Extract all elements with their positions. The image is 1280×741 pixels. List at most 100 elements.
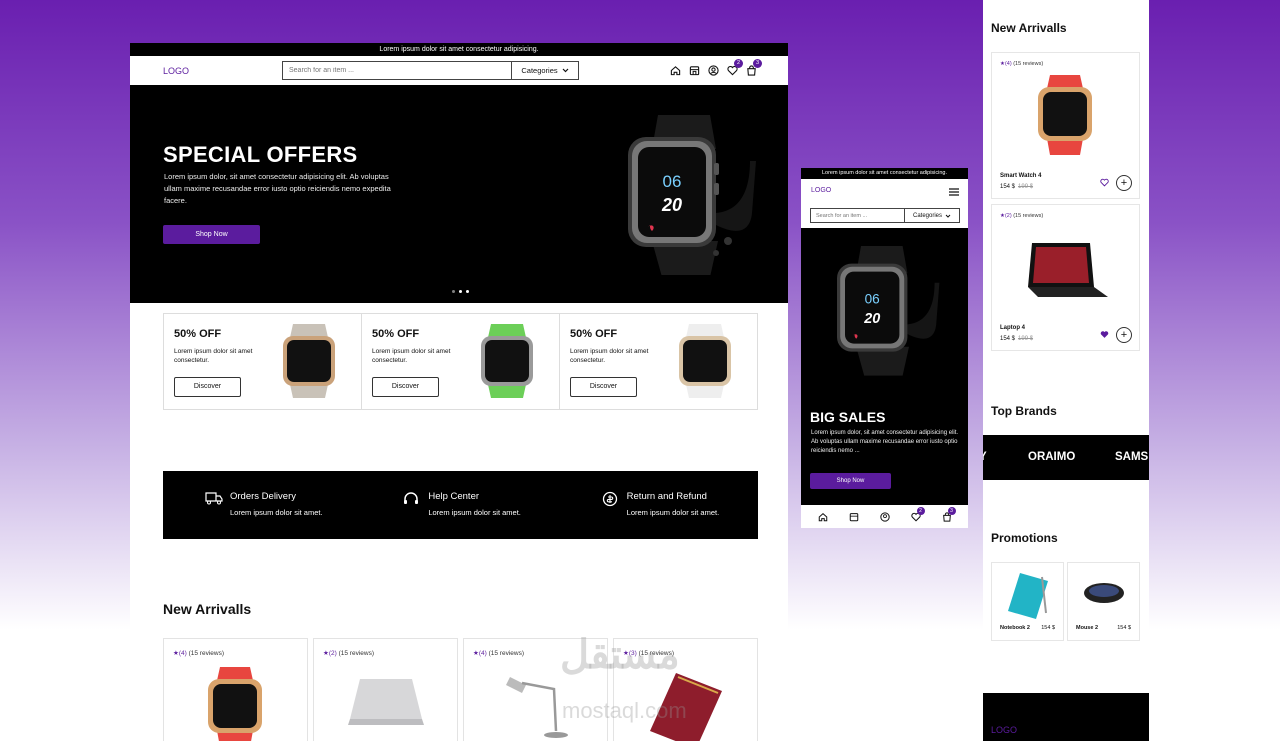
shop-now-button[interactable]: Shop Now (163, 225, 260, 244)
red-watch-image (208, 667, 262, 741)
service-text: Lorem ipsum dolor sit amet. (230, 508, 323, 517)
mobile-hero-title: BIG SALES (810, 409, 886, 425)
offer-card: 50% OFF Lorem ipsum dolor sit amet conse… (164, 314, 362, 409)
announcement-bar: Lorem ipsum dolor sit amet consectetur a… (130, 43, 788, 56)
promo-card[interactable]: Notebook 2 154 $ (991, 562, 1064, 641)
offer-text: Lorem ipsum dolor sit amet consectetur. (372, 348, 451, 364)
categories-dropdown[interactable]: Categories (512, 62, 578, 79)
service-text: Lorem ipsum dolor sit amet. (428, 508, 521, 517)
hamburger-menu-icon[interactable] (949, 188, 959, 196)
store-icon[interactable] (849, 512, 859, 522)
footer-logo[interactable]: LOGO (991, 725, 1017, 735)
service-delivery: Orders Delivery Lorem ipsum dolor sit am… (163, 471, 361, 539)
discover-button[interactable]: Discover (570, 377, 637, 397)
mobile-bottom-bar: 2 3 (801, 505, 968, 528)
watch-image (481, 324, 533, 398)
home-icon[interactable] (818, 512, 828, 522)
product-rating: ★(2) (15 reviews) (323, 650, 374, 657)
service-refund: Return and Refund Lorem ipsum dolor sit … (560, 471, 758, 539)
search-input[interactable] (283, 62, 512, 79)
mobile-logo[interactable]: LOGO (811, 187, 831, 194)
carousel-dot[interactable] (466, 290, 469, 293)
product-price: 154 $199 $ (1000, 336, 1034, 342)
mobile-hero: 06 20 BIG SALES Lorem ipsum dolor, sit a… (801, 228, 968, 505)
watch-minute: 20 (661, 195, 682, 215)
watch-hour: 06 (663, 172, 682, 191)
product-rating: ★(4) (15 reviews) (173, 650, 224, 657)
product-name: Laptop 4 (1000, 325, 1025, 331)
search-bar: Categories (282, 61, 579, 80)
add-to-cart-button[interactable]: + (1116, 327, 1132, 343)
brand-logo[interactable]: Y (983, 451, 987, 463)
promotions-title: Promotions (991, 531, 1058, 545)
top-brands-title: Top Brands (991, 404, 1057, 418)
user-icon[interactable] (879, 511, 890, 522)
promo-name: Mouse 2 (1076, 625, 1099, 631)
offer-text: Lorem ipsum dolor sit amet consectetur. (174, 348, 253, 364)
add-to-cart-button[interactable]: + (1116, 175, 1132, 191)
service-help: Help Center Lorem ipsum dolor sit amet. (361, 471, 559, 539)
product-rating: ★(2) (15 reviews) (1000, 213, 1044, 219)
watch-hour: 06 (865, 292, 880, 307)
cart-icon[interactable]: 3 (942, 506, 956, 522)
watch-minute: 20 (863, 311, 880, 327)
headset-icon (404, 492, 419, 504)
offer-title: 50% OFF (372, 328, 420, 340)
wishlist-heart-icon[interactable] (1100, 178, 1109, 187)
cart-count-badge: 3 (753, 59, 762, 68)
mobile-shop-now-button[interactable]: Shop Now (810, 473, 891, 489)
wishlist-icon[interactable]: 2 (910, 506, 925, 522)
cart-icon[interactable]: 3 (745, 59, 762, 77)
wishlist-icon[interactable]: 2 (726, 59, 743, 77)
watch-image (283, 324, 335, 398)
offer-card: 50% OFF Lorem ipsum dolor sit amet conse… (560, 314, 757, 409)
watch-image (679, 324, 731, 398)
notebook-image (1008, 573, 1048, 619)
mobile-mockup: Lorem ipsum dolor sit amet consectetur a… (801, 168, 968, 528)
brand-logo[interactable]: ORAIMO (1028, 451, 1075, 463)
chevron-down-icon (562, 68, 569, 73)
offer-card: 50% OFF Lorem ipsum dolor sit amet conse… (362, 314, 560, 409)
product-name: Smart Watch 4 (1000, 173, 1042, 179)
product-card[interactable]: ★(4) (15 reviews) Smart Watch 4 154 $199… (991, 52, 1140, 199)
new-arrivals-title: New Arrivalls (991, 21, 1067, 35)
red-watch-image (1038, 75, 1092, 155)
categories-label: Categories (912, 212, 942, 219)
mobile-search-input[interactable] (811, 209, 905, 222)
service-text: Lorem ipsum dolor sit amet. (626, 508, 720, 517)
chevron-down-icon (945, 214, 951, 218)
hero-title: SPECIAL OFFERS (163, 142, 358, 167)
offers-section: 50% OFF Lorem ipsum dolor sit amet conse… (163, 313, 758, 410)
product-card[interactable]: ★(4) (15 reviews) (163, 638, 308, 741)
laptop-image (348, 679, 424, 725)
smartwatch-image: 06 20 (837, 246, 940, 376)
wishlist-count-badge: 2 (916, 506, 925, 515)
offer-text: Lorem ipsum dolor sit amet consectetur. (570, 348, 649, 364)
mobile-categories-dropdown[interactable]: Categories (905, 209, 959, 222)
smartwatch-image: 06 20 (628, 115, 756, 275)
product-card[interactable]: ★(2) (15 reviews) (313, 638, 458, 741)
mobile-hero-text: Lorem ipsum dolor, sit amet consectetur … (811, 430, 959, 454)
mobile-navbar: LOGO (801, 179, 968, 205)
mobile-search-bar: Categories (810, 208, 960, 223)
store-icon[interactable] (688, 64, 701, 77)
watermark-arabic: مستقل (560, 633, 680, 677)
wishlist-count-badge: 2 (734, 59, 743, 68)
product-rating: ★(4) (15 reviews) (473, 650, 524, 657)
brand-logo[interactable]: SAMS (1115, 451, 1148, 463)
truck-icon (205, 492, 223, 505)
promo-card[interactable]: Mouse 2 154 $ (1067, 562, 1140, 641)
home-icon[interactable] (669, 64, 682, 77)
user-icon[interactable] (707, 64, 720, 77)
hero-banner: SPECIAL OFFERS Lorem ipsum dolor, sit am… (130, 85, 788, 303)
offer-title: 50% OFF (570, 328, 618, 340)
wishlist-heart-filled-icon[interactable] (1100, 330, 1109, 339)
carousel-dot[interactable] (459, 290, 462, 293)
product-card[interactable]: ★(2) (15 reviews) Laptop 4 154 $199 $ + (991, 204, 1140, 351)
discover-button[interactable]: Discover (372, 377, 439, 397)
discover-button[interactable]: Discover (174, 377, 241, 397)
carousel-dot[interactable] (452, 290, 455, 293)
service-title: Help Center (428, 491, 480, 502)
promo-price: 154 $ (1117, 625, 1131, 631)
logo[interactable]: LOGO (163, 66, 189, 76)
